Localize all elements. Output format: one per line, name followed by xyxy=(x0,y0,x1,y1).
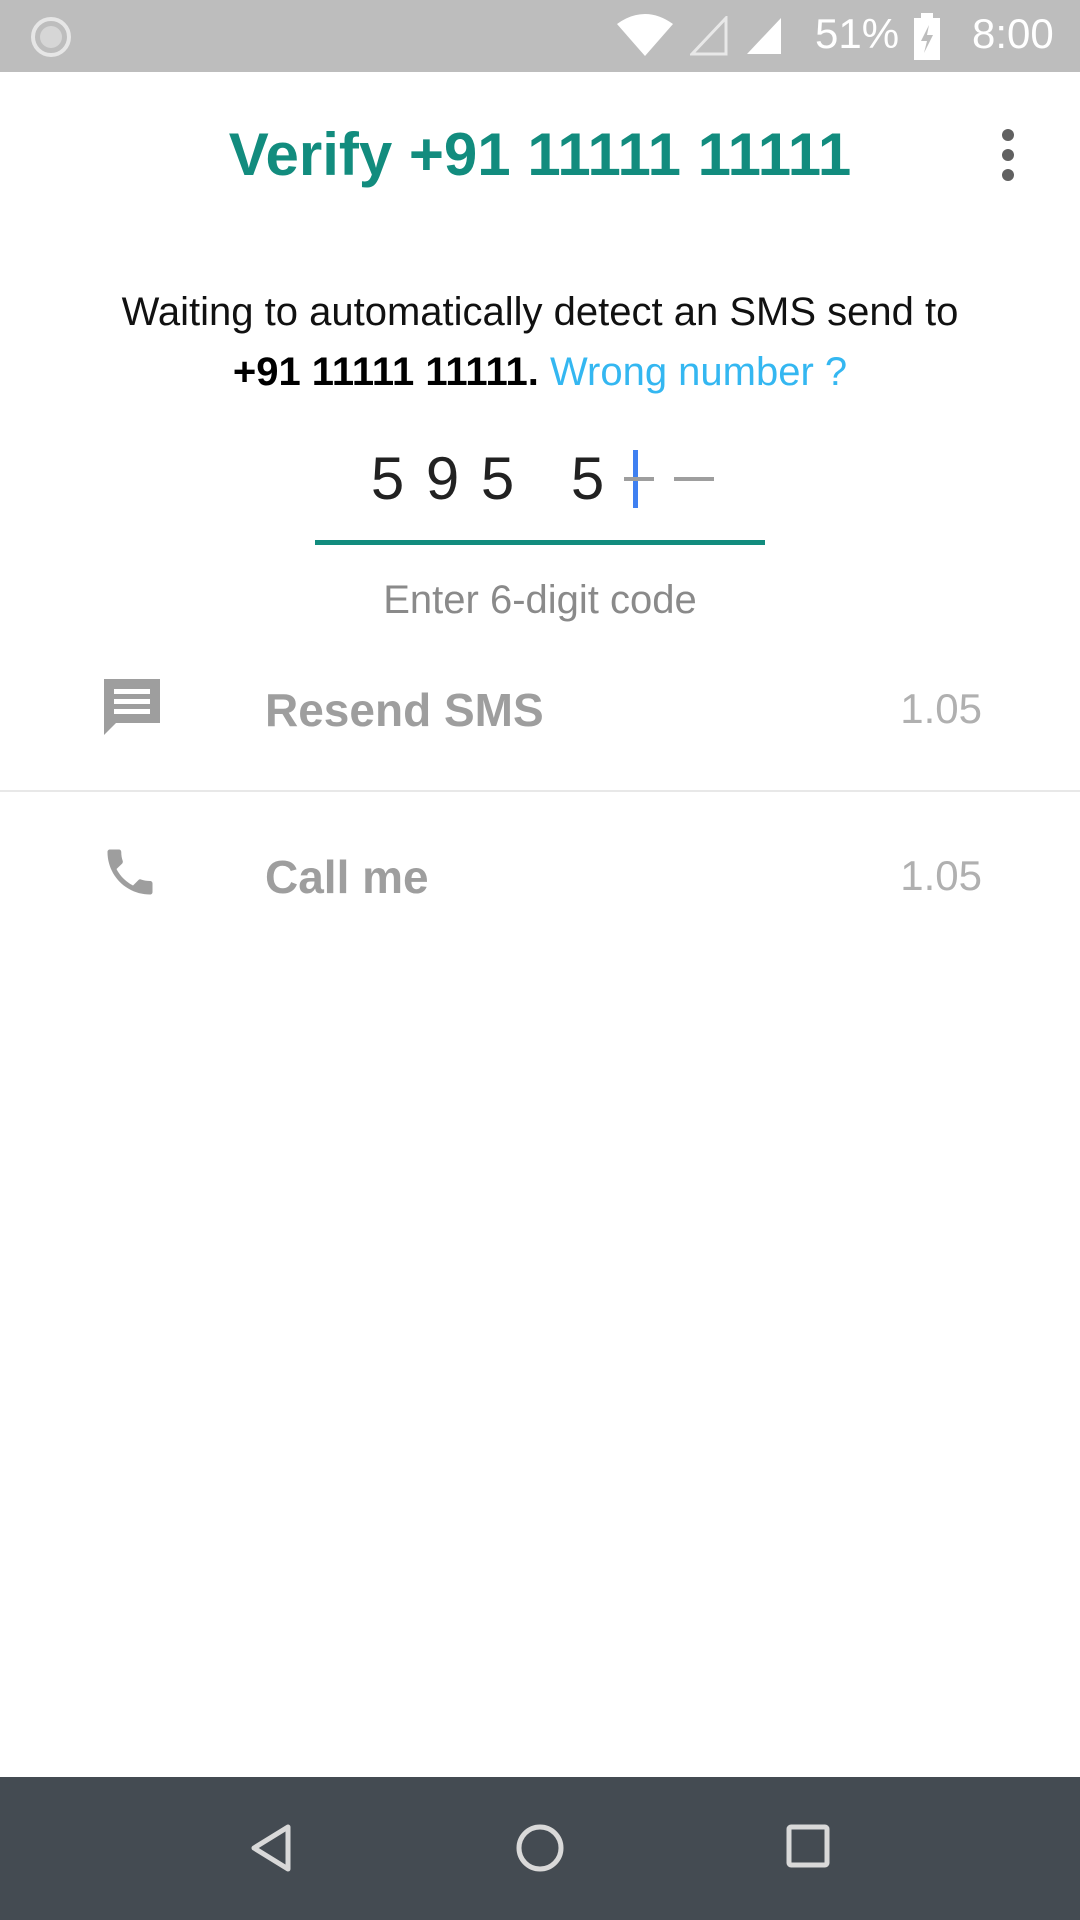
call-me-label: Call me xyxy=(265,851,429,903)
code-digit-4: 5 xyxy=(570,445,605,512)
navigation-bar xyxy=(0,1777,1080,1920)
no-signal-icon xyxy=(688,14,728,61)
status-bar: 51% 8:00 xyxy=(0,0,1080,72)
app-notification-icon xyxy=(30,16,72,63)
phone-icon xyxy=(100,842,160,907)
code-digit-5-placeholder xyxy=(624,476,654,481)
page-title: Verify +91 11111 11111 xyxy=(228,121,852,188)
battery-charging-icon xyxy=(912,13,942,66)
resend-sms-button[interactable]: Resend SMS 1.05 xyxy=(0,625,1080,792)
code-hint: Enter 6-digit code xyxy=(383,578,697,622)
wrong-number-link[interactable]: Wrong number ? xyxy=(550,350,847,394)
code-digit-1: 5 xyxy=(370,445,405,512)
code-digit-3: 5 xyxy=(480,445,515,512)
call-me-button[interactable]: Call me 1.05 xyxy=(0,792,1080,957)
home-icon[interactable] xyxy=(515,1823,565,1878)
clock: 8:00 xyxy=(972,10,1054,57)
wifi-icon xyxy=(615,12,675,63)
instructions-phone: +91 11111 11111. xyxy=(232,350,539,394)
resend-sms-timer: 1.05 xyxy=(900,685,982,732)
message-icon xyxy=(100,675,164,744)
code-digit-6-placeholder xyxy=(674,476,714,481)
instructions: Waiting to automatically detect an SMS s… xyxy=(60,282,1020,402)
code-digit-2: 9 xyxy=(425,445,460,512)
recents-icon[interactable] xyxy=(785,1823,831,1874)
instructions-text: Waiting to automatically detect an SMS s… xyxy=(121,290,959,334)
call-me-timer: 1.05 xyxy=(900,852,982,899)
code-input[interactable]: 5 9 5 5 xyxy=(315,440,765,545)
cell-signal-icon xyxy=(745,16,783,61)
back-icon[interactable] xyxy=(248,1823,294,1878)
resend-sms-label: Resend SMS xyxy=(265,684,544,736)
code-digits: 5 9 5 5 xyxy=(360,444,714,513)
battery-percent: 51% xyxy=(815,10,900,57)
more-vert-icon[interactable] xyxy=(985,128,1031,187)
